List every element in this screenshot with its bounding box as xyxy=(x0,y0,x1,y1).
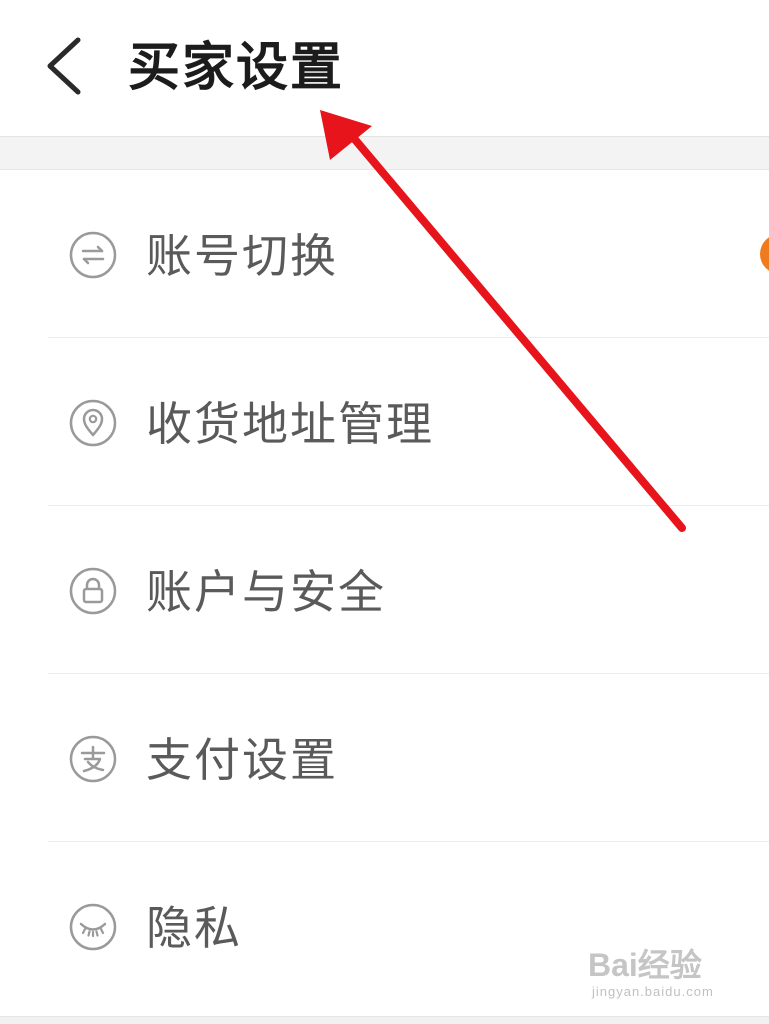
settings-item-label: 账户与安全 xyxy=(146,565,386,619)
settings-item-label: 收货地址管理 xyxy=(146,397,434,451)
location-pin-icon xyxy=(68,398,118,448)
settings-item-privacy[interactable]: 隐私 xyxy=(0,842,769,1010)
payment-icon xyxy=(68,734,118,784)
eye-closed-icon xyxy=(68,902,118,952)
settings-list: 账号切换 收货地址管理 账户与安全 支付设置 隐私 xyxy=(0,170,769,1010)
settings-item-label: 支付设置 xyxy=(146,733,338,787)
settings-item-address[interactable]: 收货地址管理 xyxy=(0,338,769,506)
section-gap xyxy=(0,137,769,170)
settings-item-label: 隐私 xyxy=(146,901,242,955)
chevron-left-icon xyxy=(47,37,81,95)
bottom-bar xyxy=(0,1016,769,1024)
back-button[interactable] xyxy=(30,28,100,104)
settings-item-label: 账号切换 xyxy=(146,229,338,283)
settings-item-payment[interactable]: 支付设置 xyxy=(0,674,769,842)
switch-account-icon xyxy=(68,230,118,280)
settings-item-account-switch[interactable]: 账号切换 xyxy=(0,170,769,338)
header: 买家设置 xyxy=(0,0,769,137)
settings-item-account-security[interactable]: 账户与安全 xyxy=(0,506,769,674)
buyer-settings-page: 买家设置 账号切换 收货地址管理 账户与安全 支付设置 隐私 Bai经验 jin… xyxy=(0,0,769,1024)
page-title: 买家设置 xyxy=(128,38,345,98)
notification-badge xyxy=(760,234,769,274)
lock-icon xyxy=(68,566,118,616)
